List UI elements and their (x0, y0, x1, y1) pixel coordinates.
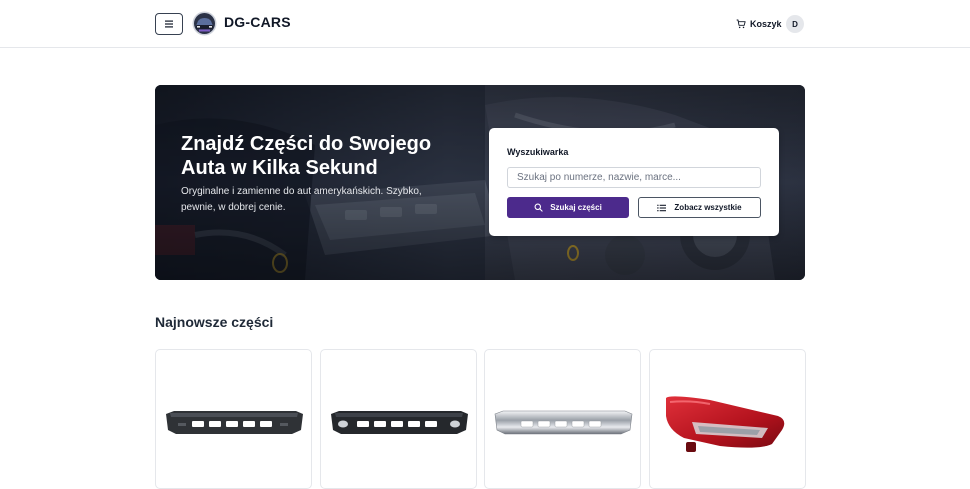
search-parts-label: Szukaj części (550, 203, 602, 212)
view-all-label: Zobacz wszystkie (674, 203, 742, 212)
hamburger-icon (165, 20, 173, 28)
search-panel-title: Wyszukiwarka (507, 147, 569, 157)
product-card[interactable] (155, 349, 312, 489)
product-card[interactable] (320, 349, 477, 489)
chrome-front-bumper-image (494, 410, 633, 435)
product-card[interactable] (484, 349, 641, 489)
product-card[interactable] (649, 349, 806, 489)
user-avatar[interactable]: D (786, 15, 804, 33)
search-icon (534, 203, 543, 212)
cart-link[interactable]: Koszyk (736, 17, 782, 31)
search-input[interactable] (507, 167, 761, 188)
search-parts-button[interactable]: Szukaj części (507, 197, 629, 218)
view-all-button[interactable]: Zobacz wszystkie (638, 197, 761, 218)
top-navbar: DG-CARS Koszyk D (0, 0, 970, 48)
list-icon (657, 204, 667, 211)
hero-title: Znajdź Części do Swojego Auta w Kilka Se… (181, 133, 432, 179)
cart-label: Koszyk (750, 19, 782, 29)
cart-icon (736, 19, 746, 29)
hero-subtitle: Oryginalne i zamienne do aut amerykański… (181, 186, 422, 213)
search-panel: Wyszukiwarka Szukaj części Zobacz wszyst… (489, 128, 779, 236)
black-front-bumper-image (166, 411, 303, 434)
menu-button[interactable] (155, 13, 183, 35)
red-tail-light-image (666, 396, 785, 452)
black-front-bumper-with-fog-lights-image (331, 411, 468, 434)
latest-parts-heading: Najnowsze części (155, 314, 274, 330)
brand-logo[interactable] (192, 11, 217, 36)
brand-name[interactable]: DG-CARS (224, 14, 291, 30)
